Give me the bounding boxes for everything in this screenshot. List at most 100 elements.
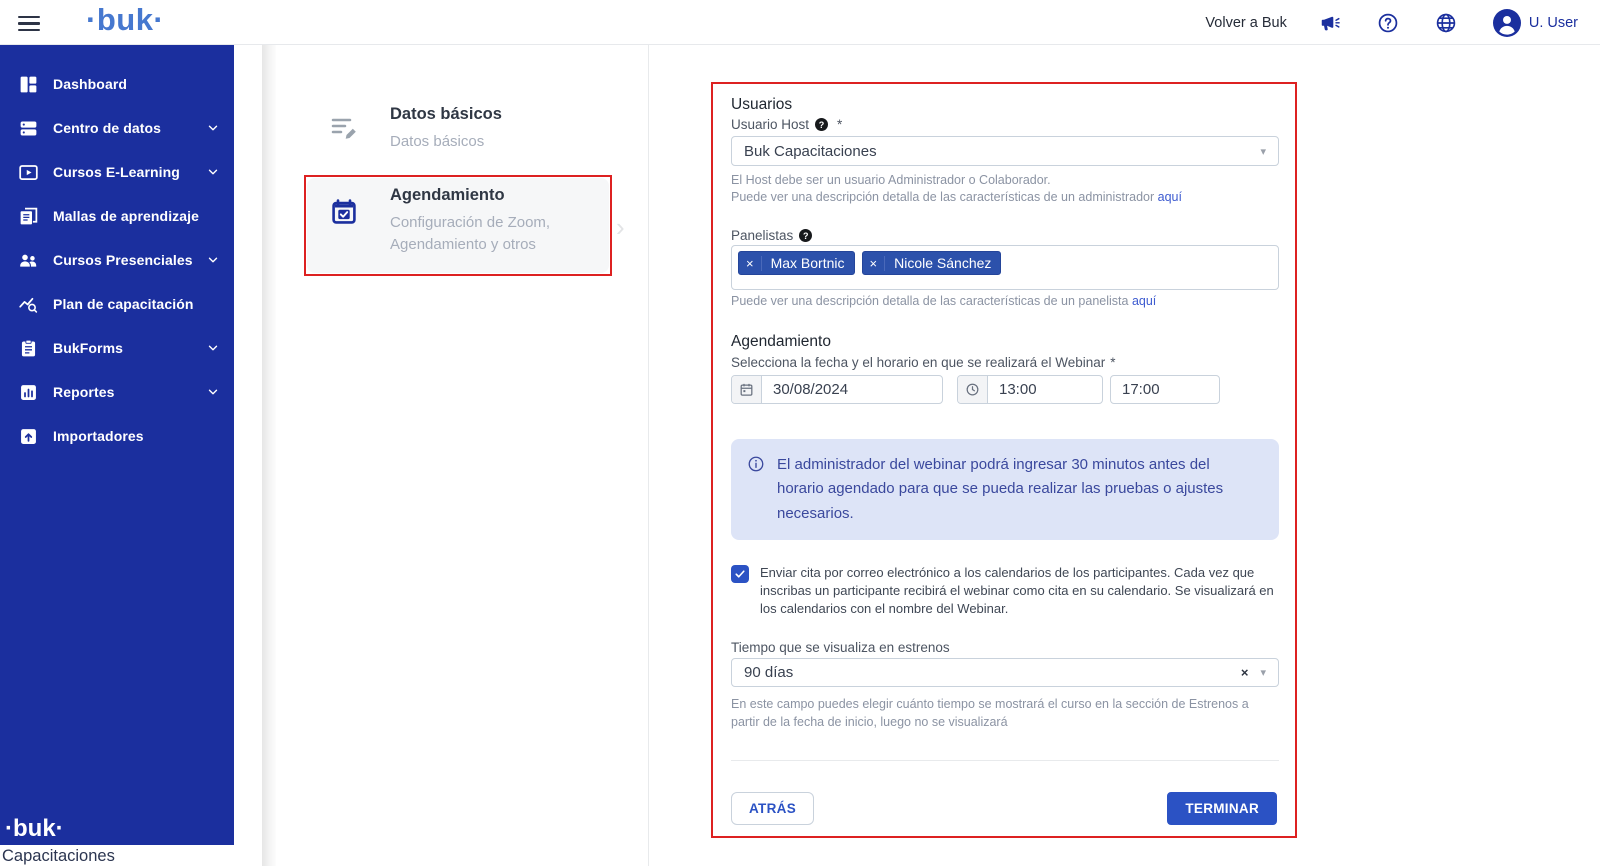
schedule-inputs: 30/08/2024 13:00 17:00 bbox=[731, 375, 1279, 404]
megaphone-icon[interactable] bbox=[1319, 12, 1341, 34]
step-title: Agendamiento bbox=[390, 186, 595, 205]
form-divider bbox=[731, 760, 1279, 761]
sidebar-item-cursos-e-learning[interactable]: Cursos E-Learning bbox=[0, 150, 234, 194]
usuario-host-label-text: Usuario Host bbox=[731, 117, 809, 132]
info-icon bbox=[747, 455, 765, 473]
step-subtitle: Configuración de Zoom, Agendamiento y ot… bbox=[390, 212, 595, 256]
host-help-line2-text: Puede ver una descripción detalla de las… bbox=[731, 190, 1154, 204]
panelist-tag: × Max Bortnic bbox=[738, 251, 855, 275]
help-icon[interactable] bbox=[1377, 12, 1399, 34]
schedule-label-text: Selecciona la fecha y el horario en que … bbox=[731, 355, 1105, 370]
host-help-line2: Puede ver una descripción detalla de las… bbox=[731, 190, 1279, 204]
video-play-icon bbox=[18, 162, 39, 183]
clipboard-icon bbox=[18, 338, 39, 359]
user-name[interactable]: U. User bbox=[1529, 15, 1578, 31]
edit-list-icon bbox=[330, 113, 358, 141]
chevron-down-icon bbox=[206, 121, 220, 135]
checkbox-label: Enviar cita por correo electrónico a los… bbox=[760, 564, 1279, 618]
chevron-down-icon bbox=[206, 165, 220, 179]
calendar-icon bbox=[732, 376, 762, 403]
globe-icon[interactable] bbox=[1435, 12, 1457, 34]
date-value: 30/08/2024 bbox=[762, 381, 848, 398]
end-time-input[interactable]: 17:00 bbox=[1110, 375, 1220, 404]
start-time-input[interactable]: 13:00 bbox=[957, 375, 1103, 404]
required-asterisk: * bbox=[1110, 355, 1115, 370]
chevron-down-icon: ▾ bbox=[1260, 666, 1266, 679]
top-bar: ·buk· Volver a Buk U. User bbox=[0, 0, 1600, 45]
chart-search-icon bbox=[18, 294, 39, 315]
chevron-down-icon: ▾ bbox=[1260, 145, 1266, 158]
host-help-link[interactable]: aquí bbox=[1158, 190, 1182, 204]
sidebar-item-bukforms[interactable]: BukForms bbox=[0, 326, 234, 370]
buk-logo: ·buk· bbox=[86, 2, 164, 38]
date-input[interactable]: 30/08/2024 bbox=[731, 375, 943, 404]
sidebar-nav: Dashboard Centro de datos Cursos E-Learn… bbox=[0, 45, 234, 458]
usuario-host-value: Buk Capacitaciones bbox=[744, 143, 1260, 160]
module-label: Capacitaciones bbox=[2, 847, 115, 866]
buk-logo-footer: ·buk· bbox=[5, 815, 64, 843]
sidebar-item-reportes[interactable]: Reportes bbox=[0, 370, 234, 414]
sidebar-item-importadores[interactable]: Importadores bbox=[0, 414, 234, 458]
question-badge-icon[interactable]: ? bbox=[799, 229, 812, 242]
question-badge-icon[interactable]: ? bbox=[815, 118, 828, 131]
terminar-button[interactable]: TERMINAR bbox=[1167, 792, 1277, 825]
usuario-host-select[interactable]: Buk Capacitaciones ▾ bbox=[731, 136, 1279, 166]
chevron-down-icon bbox=[206, 341, 220, 355]
sidebar-item-dashboard[interactable]: Dashboard bbox=[0, 62, 234, 106]
database-icon bbox=[18, 118, 39, 139]
people-icon bbox=[18, 250, 39, 271]
step-datos-basicos[interactable]: Datos básicos Datos básicos bbox=[330, 105, 595, 153]
step-title: Datos básicos bbox=[390, 105, 595, 124]
panelistas-label-text: Panelistas bbox=[731, 228, 793, 243]
panelistas-label: Panelistas ? bbox=[731, 228, 1279, 243]
clock-icon bbox=[958, 376, 988, 403]
estrenos-help: En este campo puedes elegir cuánto tiemp… bbox=[731, 695, 1279, 731]
section-title-agendamiento: Agendamiento bbox=[731, 333, 1279, 351]
sidebar-item-label: Plan de capacitación bbox=[53, 296, 194, 312]
section-title-usuarios: Usuarios bbox=[731, 96, 1279, 114]
panelist-tag: × Nicole Sánchez bbox=[862, 251, 1002, 275]
panelistas-help-link[interactable]: aquí bbox=[1132, 294, 1156, 308]
panelistas-input[interactable]: × Max Bortnic × Nicole Sánchez bbox=[731, 245, 1279, 290]
bar-chart-icon bbox=[18, 382, 39, 403]
usuario-host-label: Usuario Host ? * bbox=[731, 117, 1279, 132]
clear-icon[interactable]: × bbox=[1241, 665, 1249, 680]
remove-tag-icon[interactable]: × bbox=[863, 256, 886, 271]
step-agendamiento[interactable]: Agendamiento Configuración de Zoom, Agen… bbox=[330, 186, 595, 256]
volver-a-buk-link[interactable]: Volver a Buk bbox=[1205, 15, 1286, 31]
start-time-value: 13:00 bbox=[988, 381, 1037, 398]
app-root: ·buk· Volver a Buk U. User Dashboard bbox=[0, 0, 1600, 866]
sidebar-item-label: Importadores bbox=[53, 428, 144, 444]
user-avatar[interactable] bbox=[1493, 9, 1521, 37]
atras-button[interactable]: ATRÁS bbox=[731, 792, 814, 825]
calendar-invite-row: Enviar cita por correo electrónico a los… bbox=[731, 564, 1279, 618]
sidebar-item-plan-de-capacitacion[interactable]: Plan de capacitación bbox=[0, 282, 234, 326]
estrenos-select[interactable]: 90 días × ▾ bbox=[731, 658, 1279, 687]
chevron-down-icon bbox=[206, 385, 220, 399]
sidebar-item-centro-de-datos[interactable]: Centro de datos bbox=[0, 106, 234, 150]
sidebar-item-cursos-presenciales[interactable]: Cursos Presenciales bbox=[0, 238, 234, 282]
estrenos-label: Tiempo que se visualiza en estrenos bbox=[731, 640, 1279, 655]
dashboard-icon bbox=[18, 74, 39, 95]
book-pages-icon bbox=[18, 206, 39, 227]
sidebar-item-label: Cursos E-Learning bbox=[53, 164, 180, 180]
sidebar: Dashboard Centro de datos Cursos E-Learn… bbox=[0, 45, 234, 845]
upload-box-icon bbox=[18, 426, 39, 447]
remove-tag-icon[interactable]: × bbox=[739, 256, 762, 271]
sidebar-item-label: Cursos Presenciales bbox=[53, 252, 193, 268]
collapse-chevron-icon[interactable]: › bbox=[616, 212, 625, 243]
sidebar-item-label: Centro de datos bbox=[53, 120, 161, 136]
sidebar-item-label: BukForms bbox=[53, 340, 123, 356]
panelistas-help: Puede ver una descripción detalla de las… bbox=[731, 294, 1279, 308]
topbar-actions: Volver a Buk U. User bbox=[1205, 0, 1578, 45]
chevron-down-icon bbox=[206, 253, 220, 267]
required-asterisk: * bbox=[837, 117, 842, 132]
calendar-check-icon bbox=[330, 198, 358, 226]
sidebar-item-label: Dashboard bbox=[53, 76, 127, 92]
menu-icon[interactable] bbox=[18, 12, 42, 32]
host-help-line1: El Host debe ser un usuario Administrado… bbox=[731, 173, 1279, 187]
vertical-scrollbar[interactable] bbox=[262, 45, 276, 866]
sidebar-item-mallas-de-aprendizaje[interactable]: Mallas de aprendizaje bbox=[0, 194, 234, 238]
panelist-name: Max Bortnic bbox=[762, 255, 854, 271]
checkbox-checked[interactable] bbox=[731, 565, 749, 583]
